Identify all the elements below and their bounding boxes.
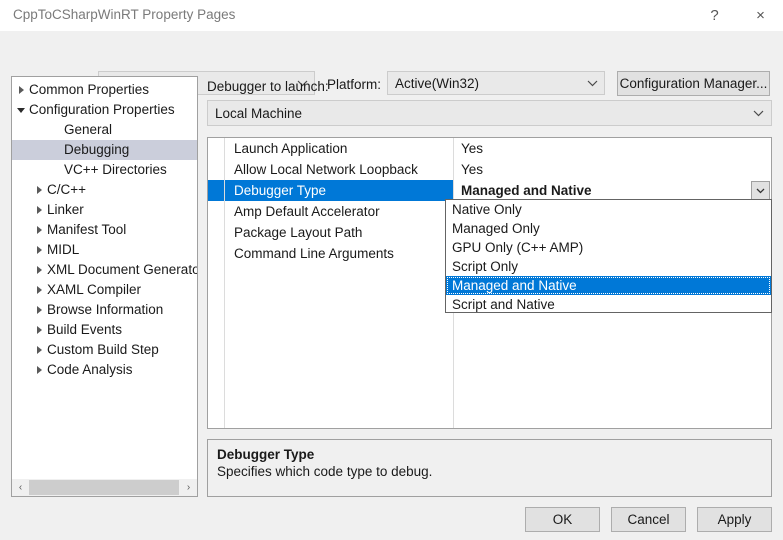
description-title: Debugger Type (217, 447, 762, 462)
property-row[interactable]: Allow Local Network LoopbackYes (208, 159, 771, 180)
property-row[interactable]: Launch ApplicationYes (208, 138, 771, 159)
tree-item-label: VC++ Directories (64, 160, 167, 180)
property-name: Allow Local Network Loopback (225, 159, 453, 180)
configuration-toolbar: Configuration: Active(Debug) Platform: A… (0, 31, 783, 76)
tree-item-label: Debugging (64, 140, 129, 160)
debugger-to-launch-label: Debugger to launch: (207, 79, 329, 94)
property-row-selection-marker (208, 180, 224, 201)
property-name: Amp Default Accelerator (225, 201, 453, 222)
ok-button[interactable]: OK (525, 507, 600, 532)
dropdown-option[interactable]: Script Only (446, 257, 771, 276)
tree-item-c-c[interactable]: C/C++ (12, 180, 197, 200)
tree-item-linker[interactable]: Linker (12, 200, 197, 220)
triangle-down-icon[interactable] (13, 100, 29, 120)
debugger-type-dropdown-list[interactable]: Native OnlyManaged OnlyGPU Only (C++ AMP… (445, 199, 772, 313)
tree-item-common-properties[interactable]: Common Properties (12, 80, 197, 100)
triangle-right-icon[interactable] (31, 280, 47, 300)
cancel-button[interactable]: Cancel (611, 507, 686, 532)
help-icon[interactable]: ? (692, 0, 737, 31)
tree-item-label: Build Events (47, 320, 122, 340)
dropdown-option[interactable]: Managed Only (446, 219, 771, 238)
property-name: Package Layout Path (225, 222, 453, 243)
window-title: CppToCSharpWinRT Property Pages (13, 7, 235, 22)
tree-item-label: Manifest Tool (47, 220, 126, 240)
tree-item-build-events[interactable]: Build Events (12, 320, 197, 340)
property-tree: Common PropertiesConfiguration Propertie… (12, 77, 197, 478)
close-icon[interactable]: × (738, 0, 783, 31)
tree-item-xml-document-generator[interactable]: XML Document Generator (12, 260, 197, 280)
property-value[interactable]: Yes (454, 138, 771, 159)
tree-item-configuration-properties[interactable]: Configuration Properties (12, 100, 197, 120)
tree-item-custom-build-step[interactable]: Custom Build Step (12, 340, 197, 360)
tree-item-xaml-compiler[interactable]: XAML Compiler (12, 280, 197, 300)
tree-item-label: General (64, 120, 112, 140)
tree-item-label: XML Document Generator (47, 260, 197, 280)
dropdown-option[interactable]: GPU Only (C++ AMP) (446, 238, 771, 257)
triangle-right-icon[interactable] (31, 340, 47, 360)
triangle-right-icon[interactable] (13, 80, 29, 100)
property-name: Command Line Arguments (225, 243, 453, 264)
triangle-right-icon[interactable] (31, 180, 47, 200)
description-body: Specifies which code type to debug. (217, 464, 762, 479)
tree-item-debugging[interactable]: Debugging (12, 140, 197, 160)
debugger-to-launch-value: Local Machine (208, 106, 745, 121)
triangle-right-icon[interactable] (31, 240, 47, 260)
scrollbar-thumb[interactable] (29, 480, 179, 495)
property-value-dropdown-button[interactable] (751, 181, 770, 200)
tree-item-label: C/C++ (47, 180, 86, 200)
property-value[interactable]: Yes (454, 159, 771, 180)
tree-item-manifest-tool[interactable]: Manifest Tool (12, 220, 197, 240)
scroll-left-icon[interactable]: ‹ (12, 479, 29, 496)
apply-button[interactable]: Apply (697, 507, 772, 532)
tree-item-label: Common Properties (29, 80, 149, 100)
tree-item-label: Linker (47, 200, 84, 220)
tree-item-label: Code Analysis (47, 360, 133, 380)
property-pages-dialog: CppToCSharpWinRT Property Pages ? × Conf… (0, 0, 783, 540)
dropdown-option[interactable]: Script and Native (446, 295, 771, 313)
triangle-right-icon[interactable] (31, 220, 47, 240)
triangle-right-icon[interactable] (31, 200, 47, 220)
scroll-right-icon[interactable]: › (180, 479, 197, 496)
tree-item-label: XAML Compiler (47, 280, 141, 300)
triangle-right-icon[interactable] (31, 260, 47, 280)
chevron-down-icon (745, 110, 771, 117)
tree-item-label: Configuration Properties (29, 100, 175, 120)
triangle-right-icon[interactable] (31, 360, 47, 380)
property-name: Debugger Type (225, 180, 453, 201)
tree-item-browse-information[interactable]: Browse Information (12, 300, 197, 320)
property-tree-panel: Common PropertiesConfiguration Propertie… (11, 76, 198, 497)
property-value[interactable]: Managed and Native (454, 180, 771, 201)
title-bar: CppToCSharpWinRT Property Pages ? × (0, 0, 783, 31)
description-pane: Debugger Type Specifies which code type … (207, 439, 772, 497)
tree-item-general[interactable]: General (12, 120, 197, 140)
tree-item-code-analysis[interactable]: Code Analysis (12, 360, 197, 380)
property-row[interactable]: Debugger TypeManaged and Native (208, 180, 771, 201)
dropdown-option[interactable]: Managed and Native (446, 276, 771, 295)
tree-item-label: MIDL (47, 240, 79, 260)
tree-horizontal-scrollbar[interactable]: ‹ › (12, 478, 197, 496)
tree-item-label: Browse Information (47, 300, 163, 320)
dropdown-option[interactable]: Native Only (446, 200, 771, 219)
property-name: Launch Application (225, 138, 453, 159)
debugger-to-launch-select[interactable]: Local Machine (207, 100, 772, 126)
tree-item-label: Custom Build Step (47, 340, 159, 360)
triangle-right-icon[interactable] (31, 320, 47, 340)
tree-item-midl[interactable]: MIDL (12, 240, 197, 260)
triangle-right-icon[interactable] (31, 300, 47, 320)
tree-item-vc-directories[interactable]: VC++ Directories (12, 160, 197, 180)
